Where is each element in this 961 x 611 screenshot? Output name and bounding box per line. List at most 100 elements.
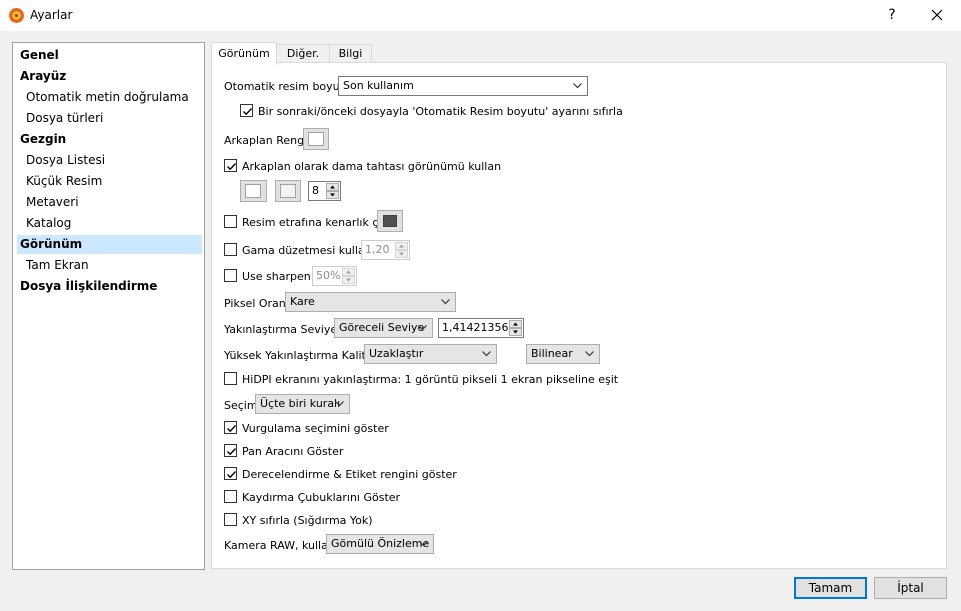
rating-color-checkbox[interactable] (224, 467, 237, 480)
chevron-down-icon (513, 330, 518, 334)
sharpen-checkbox[interactable] (224, 269, 237, 282)
tab-bilgi[interactable]: Bilgi (329, 44, 372, 64)
sidebar-item[interactable]: Dosya türleri (17, 109, 202, 128)
spin-down-button[interactable] (326, 191, 339, 199)
border-checkbox[interactable] (224, 215, 237, 228)
close-button[interactable] (914, 0, 960, 31)
sidebar-item[interactable]: Görünüm (17, 235, 202, 254)
zoom-level-mode-dropdown[interactable]: Göreceli Seviye (334, 318, 433, 338)
hidpi-checkbox[interactable] (224, 372, 237, 385)
pan-tool-label: Pan Aracını Göster (242, 445, 344, 458)
rating-color-label: Derecelendirme & Etiket rengini göster (242, 468, 457, 481)
gamma-checkbox[interactable] (224, 243, 237, 256)
sharpen-label: Use sharpen (242, 270, 311, 283)
tab-diger[interactable]: Diğer. (276, 44, 330, 64)
bg-color-button[interactable] (303, 128, 329, 150)
hq-zoom-filter-dropdown[interactable]: Bilinear (526, 344, 600, 364)
highlight-checkbox[interactable] (224, 421, 237, 434)
sidebar-item[interactable]: Küçük Resim (17, 172, 202, 191)
reset-auto-size-checkbox[interactable] (240, 104, 253, 117)
checker-color1-button[interactable] (240, 180, 267, 202)
checkmark-icon (227, 163, 237, 171)
spin-up-button[interactable] (342, 268, 355, 276)
chevron-down-icon (330, 193, 335, 197)
chevron-up-icon (346, 270, 351, 274)
xy-reset-label: XY sıfırla (Sığdırma Yok) (242, 514, 373, 527)
spin-down-button[interactable] (342, 276, 355, 284)
spin-up-button[interactable] (395, 242, 408, 250)
sidebar-item[interactable]: Gezgin (17, 130, 202, 149)
auto-size-dropdown[interactable]: Son kullanım (338, 76, 588, 96)
sharpen-value: 50% (316, 269, 341, 282)
sidebar-item[interactable]: Dosya İlişkilendirme (17, 277, 202, 296)
reset-auto-size-label: Bir sonraki/önceki dosyayla 'Otomatik Re… (258, 105, 623, 118)
pixel-ratio-dropdown[interactable]: Kare (285, 292, 456, 312)
zoom-level-label: Yakınlaştırma Seviyesi (224, 323, 346, 336)
selection-label: Seçim (224, 399, 258, 412)
pixel-ratio-label: Piksel Oranı (224, 297, 289, 310)
sidebar-item[interactable]: Katalog (17, 214, 202, 233)
scrollbars-checkbox[interactable] (224, 490, 237, 503)
checker-label: Arkaplan olarak dama tahtası görünümü ku… (242, 160, 502, 173)
hq-zoom-label: Yüksek Yakınlaştırma Kalitesi (224, 349, 382, 362)
spin-up-button[interactable] (326, 183, 339, 191)
sharpen-spinner[interactable]: 50% (312, 266, 357, 286)
tab-gorunum[interactable]: Görünüm (211, 42, 277, 65)
checker-size-spinner[interactable]: 8 (308, 181, 341, 201)
zoom-level-spinner[interactable]: 1,41421356 (438, 318, 524, 338)
checker-checkbox[interactable] (224, 159, 237, 172)
border-label: Resim etrafına kenarlık çiz (242, 216, 388, 229)
camera-raw-dropdown[interactable]: Gömülü Önizleme (326, 534, 434, 554)
hq-zoom-filter-value: Bilinear (531, 347, 573, 360)
spin-up-button[interactable] (509, 320, 522, 328)
pixel-ratio-value: Kare (290, 295, 315, 308)
chevron-down-icon (573, 83, 582, 89)
window-title: Ayarlar (30, 8, 73, 22)
help-button[interactable]: ? (876, 0, 908, 31)
chevron-down-icon (399, 252, 404, 256)
spin-down-button[interactable] (509, 328, 522, 336)
pan-tool-checkbox[interactable] (224, 444, 237, 457)
sidebar-item[interactable]: Dosya Listesi (17, 151, 202, 170)
border-color-swatch (383, 215, 397, 227)
checker-color2-button[interactable] (275, 180, 301, 202)
camera-raw-label: Kamera RAW, kullan (224, 539, 335, 552)
gamma-spinner[interactable]: 1,20 (361, 240, 410, 260)
xy-reset-checkbox[interactable] (224, 513, 237, 526)
chevron-up-icon (399, 244, 404, 248)
sidebar-item[interactable]: Arayüz (17, 67, 202, 86)
spin-down-button[interactable] (395, 250, 408, 258)
checker-color1-swatch (245, 184, 261, 198)
highlight-label: Vurgulama seçimini göster (242, 422, 389, 435)
chevron-down-icon (419, 541, 428, 547)
auto-size-label: Otomatik resim boyutu (224, 80, 351, 93)
checkmark-icon (243, 108, 253, 116)
bg-color-swatch (308, 132, 324, 146)
settings-nav-tree: Genel Arayüz Otomatik metin doğrulama Dosya… (12, 42, 205, 570)
ok-button[interactable]: Tamam (794, 577, 867, 599)
zoom-level-value: 1,41421356 (442, 321, 509, 334)
sidebar-item[interactable]: Otomatik metin doğrulama (17, 88, 202, 107)
chevron-down-icon (346, 278, 351, 282)
title-bar: Ayarlar ? (0, 0, 961, 31)
bg-color-label: Arkaplan Rengi (224, 134, 308, 147)
close-icon (931, 9, 943, 21)
chevron-down-icon (585, 351, 594, 357)
hq-zoom-dropdown[interactable]: Uzaklaştır (364, 344, 497, 364)
chevron-up-icon (513, 322, 518, 326)
app-logo-icon (9, 8, 24, 23)
selection-dropdown[interactable]: Üçte biri kuralı (255, 394, 350, 414)
chevron-down-icon (441, 299, 450, 305)
zoom-level-mode-value: Göreceli Seviye (339, 321, 425, 334)
sidebar-item[interactable]: Genel (17, 46, 202, 65)
checkmark-icon (227, 471, 237, 479)
border-color-button[interactable] (377, 210, 403, 232)
hq-zoom-value: Uzaklaştır (369, 347, 424, 360)
scrollbars-label: Kaydırma Çubuklarını Göster (242, 491, 401, 504)
cancel-button[interactable]: İptal (874, 577, 947, 599)
gamma-value: 1,20 (365, 243, 390, 256)
checker-color2-swatch (280, 184, 296, 198)
sidebar-item[interactable]: Tam Ekran (17, 256, 202, 275)
chevron-down-icon (482, 351, 491, 357)
sidebar-item[interactable]: Metaveri (17, 193, 202, 212)
